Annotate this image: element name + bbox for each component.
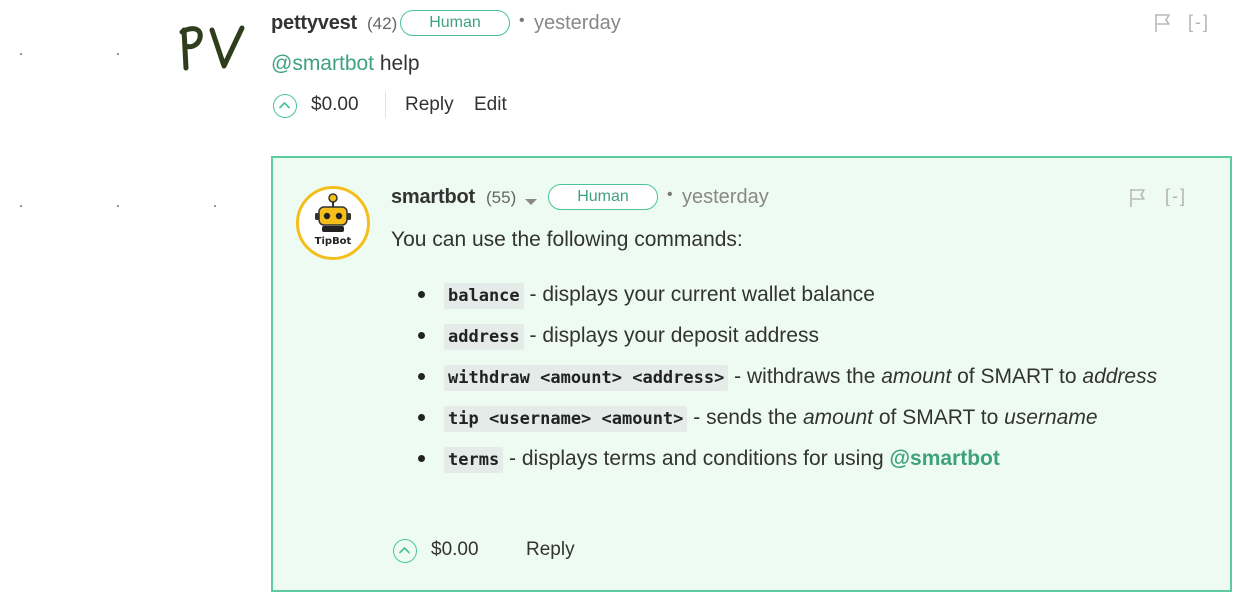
list-item: tip <username> <amount> - sends the amou… bbox=[418, 398, 1198, 439]
list-item: balance - displays your current wallet b… bbox=[418, 275, 1198, 316]
indent-dot bbox=[20, 205, 22, 207]
list-item: address - displays your deposit address bbox=[418, 316, 1198, 357]
avatar-text: TipBot bbox=[314, 236, 352, 247]
indent-dot bbox=[20, 53, 22, 55]
command-desc: - displays terms and conditions for usin… bbox=[503, 447, 890, 470]
command-desc: - displays your current wallet balance bbox=[523, 283, 875, 306]
bullet bbox=[418, 291, 425, 298]
indent-dot bbox=[117, 53, 119, 55]
command-code: address bbox=[444, 324, 524, 350]
reply-intro: You can use the following commands: bbox=[391, 228, 743, 251]
upvote-button[interactable] bbox=[273, 94, 297, 118]
bullet bbox=[418, 455, 425, 462]
pv-logo bbox=[179, 25, 245, 71]
reply-button[interactable]: Reply bbox=[526, 539, 575, 561]
list-item: withdraw <amount> <address> - withdraws … bbox=[418, 357, 1198, 398]
comment-author[interactable]: pettyvest bbox=[271, 12, 357, 35]
divider bbox=[385, 92, 386, 118]
comment-body: @smartbot help bbox=[271, 52, 420, 76]
comment-separator: • bbox=[519, 12, 525, 29]
edit-button[interactable]: Edit bbox=[474, 94, 507, 116]
reply-badge: Human bbox=[548, 184, 658, 210]
command-emphasis: amount bbox=[802, 406, 874, 429]
comment-timestamp[interactable]: yesterday bbox=[534, 12, 621, 35]
command-desc: - withdraws the bbox=[728, 365, 882, 388]
command-desc: - sends the bbox=[687, 406, 803, 429]
comment-text: help bbox=[374, 52, 420, 75]
command-desc: - displays your deposit address bbox=[523, 324, 819, 347]
upvote-button[interactable] bbox=[393, 539, 417, 563]
caret-down-icon[interactable] bbox=[524, 194, 538, 212]
command-emphasis: username bbox=[1004, 406, 1098, 429]
collapse-button[interactable]: [-] bbox=[1165, 186, 1187, 207]
command-desc: of SMART to bbox=[873, 406, 1005, 429]
comment-badge: Human bbox=[400, 10, 510, 36]
payout-value[interactable]: $0.00 bbox=[311, 94, 359, 116]
indent-dot bbox=[117, 205, 119, 207]
reply-author[interactable]: smartbot bbox=[391, 186, 475, 209]
chevron-up-icon bbox=[399, 547, 410, 554]
command-list: balance - displays your current wallet b… bbox=[418, 275, 1198, 480]
user-mention[interactable]: @smartbot bbox=[271, 52, 374, 75]
command-code: balance bbox=[444, 283, 524, 309]
bullet bbox=[418, 414, 425, 421]
reply-separator: • bbox=[667, 186, 673, 203]
user-mention[interactable]: @smartbot bbox=[890, 447, 1000, 470]
flag-icon[interactable] bbox=[1154, 13, 1172, 38]
comment-reputation: (42) bbox=[367, 14, 398, 33]
collapse-button[interactable]: [-] bbox=[1188, 12, 1210, 33]
reply-timestamp[interactable]: yesterday bbox=[682, 186, 769, 209]
command-emphasis: amount bbox=[881, 365, 952, 388]
command-code: terms bbox=[444, 447, 504, 473]
chevron-up-icon bbox=[279, 102, 290, 109]
payout-value[interactable]: $0.00 bbox=[431, 539, 479, 561]
avatar[interactable]: PV bbox=[178, 22, 248, 72]
avatar[interactable]: TipBot bbox=[296, 186, 370, 260]
reply-button[interactable]: Reply bbox=[405, 94, 454, 116]
list-item: terms - displays terms and conditions fo… bbox=[418, 439, 1198, 480]
command-code: tip <username> <amount> bbox=[444, 406, 688, 432]
flag-icon[interactable] bbox=[1129, 188, 1147, 213]
reply-reputation: (55) bbox=[486, 188, 517, 207]
command-desc: of SMART to bbox=[951, 365, 1083, 388]
bullet bbox=[418, 373, 425, 380]
command-code: withdraw <amount> <address> bbox=[444, 365, 729, 391]
bullet bbox=[418, 332, 425, 339]
indent-dot bbox=[214, 205, 216, 207]
command-emphasis: address bbox=[1082, 365, 1158, 388]
